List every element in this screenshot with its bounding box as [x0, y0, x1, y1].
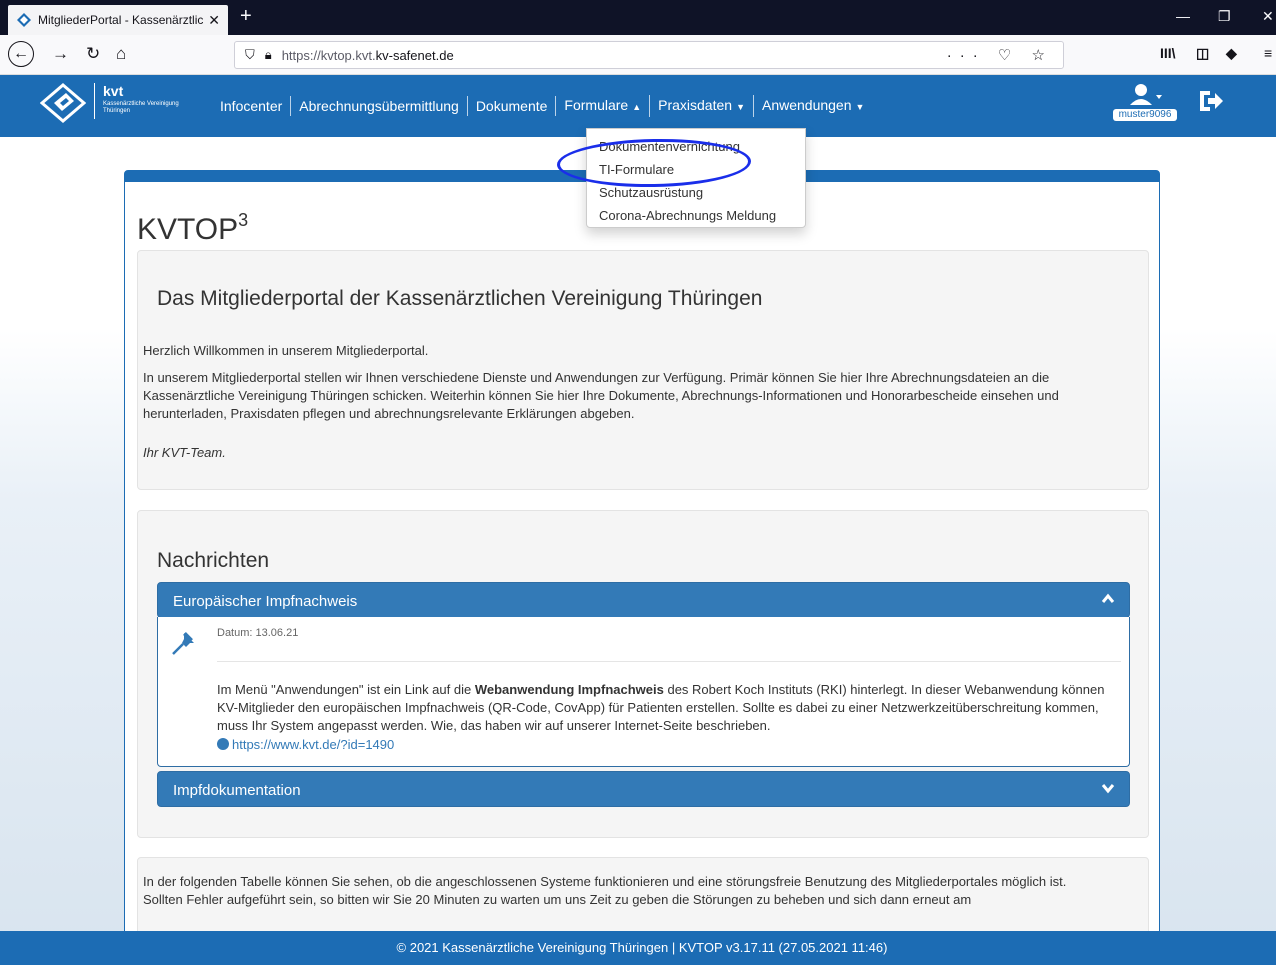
url-actions[interactable]: ··· ♡ ☆	[947, 46, 1053, 64]
page-title: KVTOP3	[137, 210, 249, 246]
back-arrow-icon: ←	[13, 45, 29, 62]
intro-section: Das Mitgliederportal der Kassenärztliche…	[137, 250, 1149, 490]
news-date: Datum: 13.06.21	[217, 627, 299, 639]
browser-tabstrip: MitgliederPortal - Kassenärztlic ✕ + — ❐…	[0, 0, 1276, 35]
library-icon[interactable]: III\	[1160, 45, 1176, 61]
intro-heading: Das Mitgliederportal der Kassenärztliche…	[157, 287, 763, 310]
news-item-header[interactable]: Impfdokumentation	[157, 771, 1130, 807]
chevron-up-icon[interactable]	[1101, 592, 1115, 606]
forward-button[interactable]: →	[52, 44, 69, 64]
main-panel: KVTOP3 Das Mitgliederportal der Kassenär…	[124, 170, 1160, 957]
caret-up-icon: ▲	[632, 102, 642, 112]
caret-down-icon: ▼	[855, 102, 865, 112]
news-text: Im Menü "Anwendungen" ist ein Link auf d…	[217, 682, 1105, 733]
kvt-logo-icon[interactable]	[40, 83, 86, 123]
news-heading: Nachrichten	[157, 549, 270, 572]
home-button[interactable]: ⌂	[116, 44, 126, 64]
footer: © 2021 Kassenärztliche Vereinigung Thüri…	[8, 931, 1276, 965]
menu-icon[interactable]: ≡	[1264, 45, 1272, 61]
intro-description: In unserem Mitgliederportal stellen wir …	[143, 370, 1059, 421]
maximize-button[interactable]: ❐	[1218, 8, 1231, 25]
news-item-body: Datum: 13.06.21 Im Menü "Anwendungen" is…	[157, 617, 1130, 767]
tracking-shield-icon: ⛉	[245, 47, 255, 62]
main-nav: Infocenter Abrechnungsübermittlung Dokum…	[212, 95, 872, 117]
reload-button[interactable]: ↻	[86, 44, 100, 64]
sidebar-icon[interactable]: ◫	[1196, 45, 1209, 62]
logo-subtitle: Kassenärztliche Vereinigung Thüringen	[103, 101, 179, 114]
logout-icon[interactable]	[1198, 89, 1224, 113]
tab-close-icon[interactable]: ✕	[208, 12, 220, 29]
divider	[217, 661, 1121, 662]
news-item-header[interactable]: Europäischer Impfnachweis	[157, 582, 1130, 618]
logo-separator	[94, 83, 95, 119]
caret-down-icon: ▼	[736, 102, 745, 112]
browser-tab[interactable]: MitgliederPortal - Kassenärztlic ✕	[8, 5, 228, 35]
url-prefix: https://kvtop.kvt.	[281, 47, 376, 63]
browser-toolbar: ← → ↻ ⌂ ⛉ 🔒︎ https://kvtop.kvt. kv-safene…	[0, 35, 1276, 75]
username-badge: muster9096	[1113, 109, 1177, 121]
user-menu[interactable]: muster9096	[1113, 83, 1177, 127]
intro-signature: Ihr KVT-Team.	[143, 445, 226, 460]
back-button[interactable]: ←	[8, 41, 34, 67]
footer-edge	[0, 931, 8, 965]
tab-title: MitgliederPortal - Kassenärztlic	[38, 13, 203, 27]
globe-icon	[217, 738, 229, 750]
news-item-title: Impfdokumentation	[173, 782, 301, 799]
nav-formulare[interactable]: Formulare ▲	[556, 95, 651, 117]
dropdown-item-corona-abrechnungs-meldung[interactable]: Corona-Abrechnungs Meldung	[587, 204, 805, 227]
nav-infocenter[interactable]: Infocenter	[212, 96, 292, 116]
news-item-title: Europäischer Impfnachweis	[173, 593, 358, 610]
close-window-button[interactable]: ✕	[1262, 8, 1274, 25]
minimize-button[interactable]: —	[1176, 8, 1190, 24]
kvt-favicon-icon	[17, 13, 31, 27]
url-host: kv-safenet.de	[375, 47, 454, 63]
news-link[interactable]: https://www.kvt.de/?id=1490	[217, 737, 394, 752]
nav-anwendungen[interactable]: Anwendungen ▼	[754, 95, 872, 117]
new-tab-button[interactable]: +	[240, 6, 252, 26]
intro-welcome: Herzlich Willkommen in unserem Mitgliede…	[143, 343, 429, 358]
nav-dokumente[interactable]: Dokumente	[468, 96, 557, 116]
nav-abrechnungsuebermittlung[interactable]: Abrechnungsübermittlung	[291, 96, 468, 116]
lock-icon: 🔒︎	[264, 47, 272, 62]
pushpin-icon	[172, 632, 194, 655]
url-bar[interactable]: ⛉ 🔒︎ https://kvtop.kvt. kv-safenet.de ···…	[234, 41, 1064, 69]
extension-icon[interactable]: ◆	[1226, 45, 1237, 62]
nav-praxisdaten[interactable]: Praxisdaten ▼	[650, 95, 754, 117]
logo-text: kvt	[103, 83, 124, 99]
news-section: Nachrichten Europäischer Impfnachweis Da…	[137, 510, 1149, 838]
status-text: In der folgenden Tabelle können Sie sehe…	[143, 874, 1067, 907]
chevron-down-icon[interactable]	[1101, 781, 1115, 795]
user-icon	[1130, 84, 1162, 105]
